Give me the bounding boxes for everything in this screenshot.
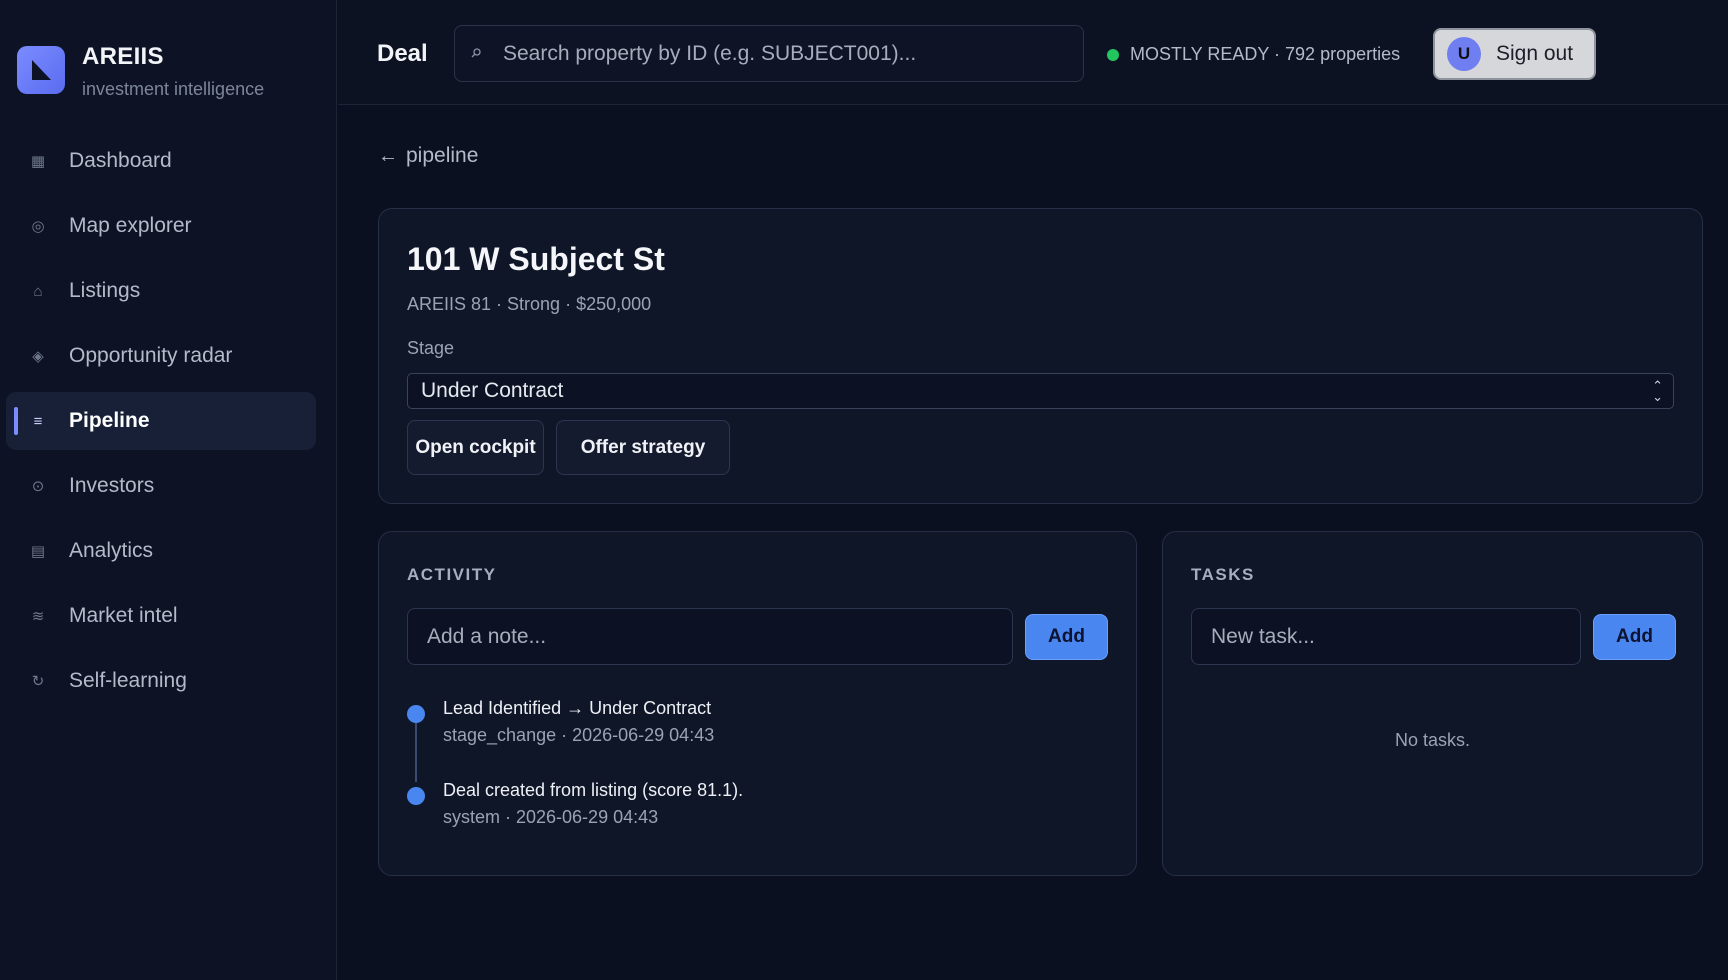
sidebar-item-listings[interactable]: ⌂ Listings — [6, 262, 316, 320]
sidebar-item-pipeline[interactable]: ≡ Pipeline — [6, 392, 316, 450]
logo-icon — [17, 46, 65, 94]
tasks-title: TASKS — [1191, 565, 1255, 584]
brand-name: AREIIS — [82, 43, 164, 70]
sidebar-item-opportunity-radar[interactable]: ◈ Opportunity radar — [6, 327, 316, 385]
refresh-icon: ↻ — [31, 673, 45, 690]
activity-card: ACTIVITY Add Lead Identified → Under Con… — [378, 531, 1137, 876]
sidebar-item-label: Opportunity radar — [69, 344, 233, 367]
task-input-box[interactable] — [1191, 608, 1581, 665]
timeline-dot-icon — [407, 705, 425, 723]
sidebar-item-label: Dashboard — [69, 149, 172, 172]
table-icon: ▤ — [30, 543, 46, 560]
top-header: Deal MOSTLY READY · 792 properties U Sig… — [338, 0, 1728, 105]
home-icon: ⌂ — [33, 282, 43, 300]
stage-select[interactable]: Under Contract ⌃ ⌄ — [407, 373, 1674, 409]
stage-selected-value: Under Contract — [421, 379, 564, 402]
sidebar-item-label: Listings — [69, 279, 141, 302]
page-title: Deal — [377, 40, 428, 67]
sign-out-button[interactable]: U Sign out — [1433, 28, 1596, 80]
back-label: pipeline — [406, 144, 479, 167]
target-icon: ⊙ — [31, 478, 45, 495]
add-note-button[interactable]: Add — [1025, 614, 1108, 660]
stage-label: Stage — [407, 338, 455, 358]
event-meta: system · 2026-06-29 04:43 — [443, 807, 659, 827]
event-title: Lead Identified → Under Contract — [443, 698, 712, 718]
avatar: U — [1447, 37, 1481, 71]
status-indicator: MOSTLY READY · 792 properties — [1107, 44, 1400, 65]
status-text: MOSTLY READY · 792 properties — [1130, 44, 1401, 64]
back-to-pipeline-link[interactable]: ← pipeline — [378, 144, 478, 168]
note-input-box[interactable] — [407, 608, 1013, 665]
event-title: Deal created from listing (score 81.1). — [443, 780, 744, 800]
status-dot-icon — [1107, 48, 1119, 61]
sidebar-item-market-intel[interactable]: ≋ Market intel — [6, 587, 316, 645]
globe-icon: ◎ — [31, 218, 45, 235]
event-meta: stage_change · 2026-06-29 04:43 — [443, 725, 715, 745]
sidebar-item-label: Map explorer — [69, 214, 192, 237]
offer-strategy-button[interactable]: Offer strategy — [556, 420, 730, 475]
chevron-up-down-icon: ⌃ ⌄ — [1652, 378, 1663, 404]
search-input[interactable] — [503, 41, 1083, 66]
brand-tagline: investment intelligence — [82, 79, 265, 99]
deal-title: 101 W Subject St — [407, 241, 665, 277]
add-task-button[interactable]: Add — [1593, 614, 1676, 660]
sidebar-item-label: Market intel — [69, 604, 178, 627]
list-item: Lead Identified → Under Contract stage_c… — [407, 698, 1107, 780]
sidebar-item-analytics[interactable]: ▤ Analytics — [6, 522, 316, 580]
search-box[interactable] — [454, 25, 1084, 82]
sidebar-item-investors[interactable]: ⊙ Investors — [6, 457, 316, 515]
wave-icon: ≋ — [31, 608, 45, 625]
activity-title: ACTIVITY — [407, 565, 497, 584]
empty-tasks-text: No tasks. — [1394, 730, 1471, 750]
sidebar-item-dashboard[interactable]: ▦ Dashboard — [6, 132, 316, 190]
sidebar-item-self-learning[interactable]: ↻ Self-learning — [6, 652, 316, 710]
search-icon — [471, 47, 483, 61]
sidebar-item-label: Self-learning — [69, 669, 187, 692]
diamond-icon: ◈ — [32, 348, 44, 365]
sidebar-item-label: Investors — [69, 474, 155, 497]
list-item: Deal created from listing (score 81.1). … — [407, 780, 1107, 862]
task-input[interactable] — [1211, 624, 1580, 649]
arrow-left-icon: ← — [378, 144, 398, 167]
sidebar-nav: ▦ Dashboard ◎ Map explorer ⌂ Listings ◈ … — [6, 132, 316, 717]
note-input[interactable] — [427, 624, 1012, 649]
activity-timeline: Lead Identified → Under Contract stage_c… — [407, 698, 1107, 862]
deal-meta: AREIIS 81 · Strong · $250,000 — [407, 294, 652, 314]
sidebar-item-label: Pipeline — [69, 409, 150, 432]
sign-out-label: Sign out — [1496, 42, 1574, 65]
open-cockpit-button[interactable]: Open cockpit — [407, 420, 544, 475]
deal-card: 101 W Subject St AREIIS 81 · Strong · $2… — [378, 208, 1703, 504]
grid-icon: ▦ — [30, 153, 46, 170]
list-icon: ≡ — [33, 412, 43, 430]
sidebar-item-map-explorer[interactable]: ◎ Map explorer — [6, 197, 316, 255]
brand[interactable]: AREIIS investment intelligence — [17, 43, 265, 100]
sidebar: AREIIS investment intelligence ▦ Dashboa… — [0, 0, 337, 980]
tasks-card: TASKS Add No tasks. — [1162, 531, 1703, 876]
sidebar-item-label: Analytics — [69, 539, 154, 562]
timeline-dot-icon — [407, 787, 425, 805]
